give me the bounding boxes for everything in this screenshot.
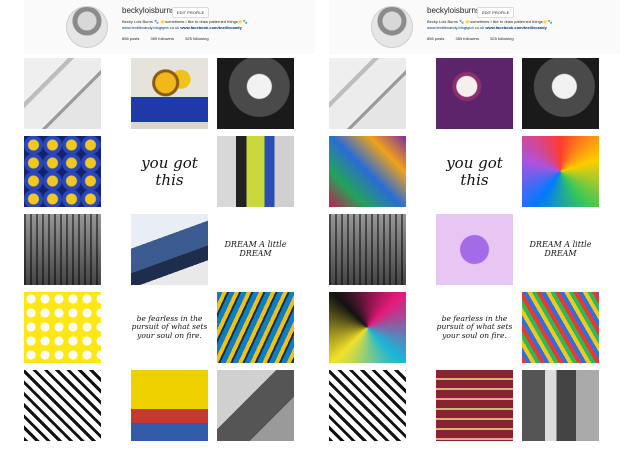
edit-profile-button[interactable]: EDIT PROFILE xyxy=(172,7,210,18)
photo-denim[interactable] xyxy=(131,214,208,285)
quote-be-fearless[interactable]: be fearless in the pursuit of what sets … xyxy=(436,292,513,363)
photo-colored-pencils[interactable] xyxy=(522,292,599,363)
username: beckyloisburns xyxy=(122,6,175,15)
following-count[interactable]: 525 following xyxy=(490,36,513,41)
photo-kaleidoscope[interactable] xyxy=(329,292,406,363)
bio-links: www.textilecandy.blogspot.co.uk www.face… xyxy=(122,25,242,30)
posts-count: 856 posts xyxy=(122,36,140,41)
bio-text: Becky Lois Burns 🐾 🌟sometimes I like to … xyxy=(427,19,553,24)
photo-bw-portrait[interactable] xyxy=(217,58,294,129)
photo-popsicle[interactable] xyxy=(436,214,513,285)
photo-sketch-hand[interactable] xyxy=(329,58,406,129)
illustration-dream-a-little[interactable]: DREAM A little DREAM xyxy=(217,214,294,285)
photo-bw-photos[interactable] xyxy=(522,370,599,441)
photo-cupcakes[interactable] xyxy=(436,58,513,129)
photo-colorful-pattern[interactable] xyxy=(329,136,406,207)
followers-count[interactable]: 359 followers xyxy=(455,36,479,41)
photo-geometric[interactable] xyxy=(329,370,406,441)
profile-stats: 856 posts 359 followers 525 following xyxy=(122,36,219,41)
followers-count[interactable]: 359 followers xyxy=(150,36,174,41)
photo-sunflowers[interactable] xyxy=(131,58,208,129)
photo-yellow-pattern[interactable] xyxy=(24,292,101,363)
photo-station-roof[interactable] xyxy=(24,214,101,285)
avatar[interactable] xyxy=(66,6,108,48)
profile-panel-right: beckyloisburns EDIT PROFILE Becky Lois B… xyxy=(329,0,620,452)
photo-pop-art-face[interactable] xyxy=(522,136,599,207)
following-count[interactable]: 525 following xyxy=(185,36,208,41)
photo-colorful-room[interactable] xyxy=(131,370,208,441)
photo-bw-photos[interactable] xyxy=(217,370,294,441)
facebook-link[interactable]: www.facebook.com/textilecandy xyxy=(485,25,546,30)
photo-fashion-runway[interactable] xyxy=(217,136,294,207)
profile-header: beckyloisburns EDIT PROFILE Becky Lois B… xyxy=(24,0,315,54)
website-link[interactable]: www.textilecandy.blogspot.co.uk xyxy=(427,25,484,30)
profile-header: beckyloisburns EDIT PROFILE Becky Lois B… xyxy=(329,0,620,54)
photo-sketch-hand[interactable] xyxy=(24,58,101,129)
photo-fish[interactable] xyxy=(217,292,294,363)
username: beckyloisburns xyxy=(427,6,480,15)
posts-count: 856 posts xyxy=(427,36,445,41)
quote-be-fearless[interactable]: be fearless in the pursuit of what sets … xyxy=(131,292,208,363)
photo-bw-portrait[interactable] xyxy=(522,58,599,129)
quote-you-got-this[interactable]: you got this xyxy=(436,136,513,207)
bio-text: Becky Lois Burns 🐾 🌟sometimes I like to … xyxy=(122,19,248,24)
profile-stats: 856 posts 359 followers 525 following xyxy=(427,36,524,41)
photo-geometric[interactable] xyxy=(24,370,101,441)
photo-station-roof[interactable] xyxy=(329,214,406,285)
profile-panel-left: beckyloisburns EDIT PROFILE Becky Lois B… xyxy=(24,0,315,452)
edit-profile-button[interactable]: EDIT PROFILE xyxy=(477,7,515,18)
quote-you-got-this[interactable]: you got this xyxy=(131,136,208,207)
avatar[interactable] xyxy=(371,6,413,48)
photo-bookshelves[interactable] xyxy=(436,370,513,441)
illustration-dream-a-little[interactable]: DREAM A little DREAM xyxy=(522,214,599,285)
photo-blue-tiles[interactable] xyxy=(24,136,101,207)
bio-links: www.textilecandy.blogspot.co.uk www.face… xyxy=(427,25,547,30)
website-link[interactable]: www.textilecandy.blogspot.co.uk xyxy=(122,25,179,30)
facebook-link[interactable]: www.facebook.com/textilecandy xyxy=(180,25,241,30)
